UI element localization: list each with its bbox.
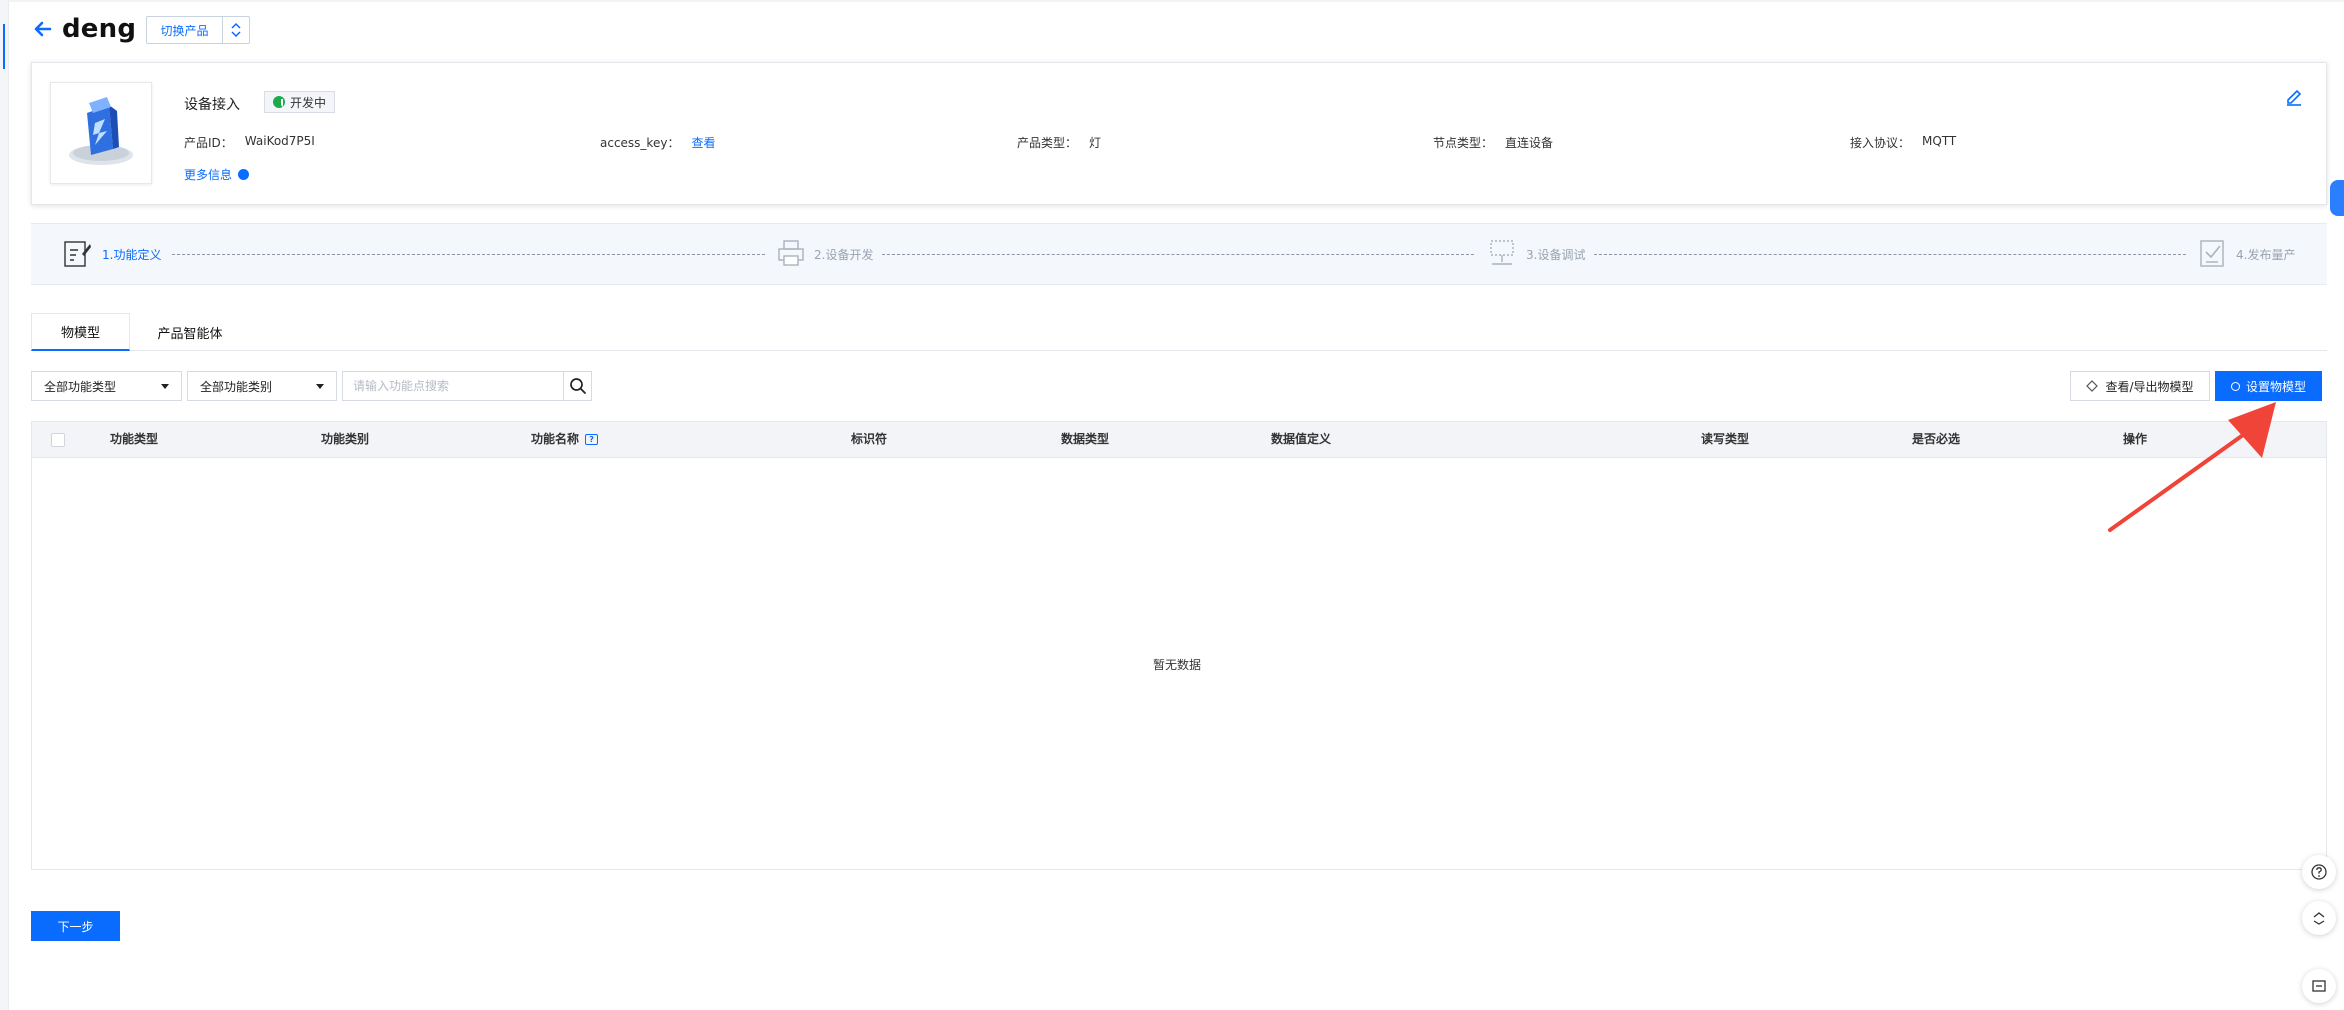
next-step-button[interactable]: 下一步 — [31, 911, 120, 941]
function-type-select[interactable]: 全部功能类型 — [31, 371, 182, 401]
tab-product-agent[interactable]: 产品智能体 — [140, 313, 240, 351]
annotation-arrow-icon — [2108, 402, 2276, 532]
column-header: 功能类别 — [321, 432, 370, 446]
select-all-checkbox[interactable] — [51, 433, 65, 447]
caret-down-icon — [316, 383, 324, 389]
product-info-card — [31, 62, 2327, 205]
step-connector — [882, 254, 1474, 255]
message-icon — [2312, 980, 2326, 992]
field-product-type: 产品类型： 灯 — [1017, 136, 1102, 150]
search-button[interactable] — [563, 372, 591, 400]
step-1-label[interactable]: 1.功能定义 — [102, 246, 161, 263]
column-header: 读写类型 — [1701, 432, 1750, 446]
model-table — [31, 421, 2327, 870]
product-name: 设备接入 — [184, 97, 240, 113]
column-header-name: 功能名称? — [531, 430, 599, 447]
device-illustration-icon — [69, 97, 133, 165]
debug-frame-icon — [1490, 240, 1514, 265]
column-header: 是否必选 — [1912, 432, 1961, 446]
column-header: 标识符 — [851, 432, 888, 446]
status-badge: 开发中 — [264, 91, 336, 113]
step-4-label[interactable]: 4.发布量产 — [2236, 246, 2295, 263]
edit-document-icon — [64, 241, 91, 267]
step-2-label[interactable]: 2.设备开发 — [814, 246, 873, 263]
more-info-link[interactable]: 更多信息 — [184, 166, 250, 183]
switch-product-button[interactable]: 切换产品 — [146, 16, 250, 44]
chevron-down-icon — [238, 169, 250, 180]
switch-product-label: 切换产品 — [147, 17, 223, 43]
question-circle-icon — [2311, 864, 2327, 880]
field-node-type: 节点类型： 直连设备 — [1433, 136, 1554, 150]
floating-assistant-handle[interactable] — [2330, 180, 2344, 216]
left-nav-strip — [0, 0, 9, 1010]
printer-icon — [778, 240, 804, 266]
column-header: 数据值定义 — [1271, 432, 1332, 446]
status-text: 开发中 — [290, 95, 327, 110]
back-arrow-icon[interactable] — [28, 14, 58, 44]
collapse-float-button[interactable] — [2302, 901, 2336, 935]
active-nav-marker — [3, 24, 5, 69]
tab-thing-model[interactable]: 物模型 — [31, 313, 130, 351]
message-float-button[interactable] — [2302, 969, 2336, 1003]
step-3-label[interactable]: 3.设备调试 — [1526, 246, 1585, 263]
function-category-select[interactable]: 全部功能类别 — [187, 371, 337, 401]
column-header: 功能类型 — [110, 432, 159, 446]
search-input[interactable] — [343, 372, 563, 400]
status-check-icon — [273, 96, 285, 108]
field-protocol: 接入协议： MQTT — [1850, 134, 1957, 150]
step-connector — [1594, 254, 2186, 255]
help-float-button[interactable] — [2302, 855, 2336, 889]
chevron-up-down-icon — [2313, 912, 2325, 925]
field-access-key: access_key： 查看 — [600, 134, 716, 151]
view-access-key-link[interactable]: 查看 — [691, 134, 715, 151]
checklist-icon — [2200, 240, 2224, 267]
edit-icon[interactable] — [2284, 86, 2304, 106]
caret-down-icon — [161, 383, 169, 389]
search-icon — [569, 378, 586, 394]
page-title: deng — [62, 14, 137, 44]
tabs-divider — [31, 350, 2327, 351]
updown-chevron-icon — [223, 17, 249, 43]
product-image — [50, 82, 152, 184]
field-product-id: 产品ID： WaiKod7P5I — [184, 134, 315, 150]
step-connector — [172, 254, 765, 255]
function-search — [342, 371, 592, 401]
help-icon[interactable]: ? — [585, 434, 599, 445]
column-header: 数据类型 — [1061, 432, 1110, 446]
top-divider — [9, 0, 2344, 2]
empty-state-text: 暂无数据 — [1153, 658, 1202, 672]
diamond-icon — [2086, 380, 2099, 392]
table-header — [32, 422, 2326, 458]
